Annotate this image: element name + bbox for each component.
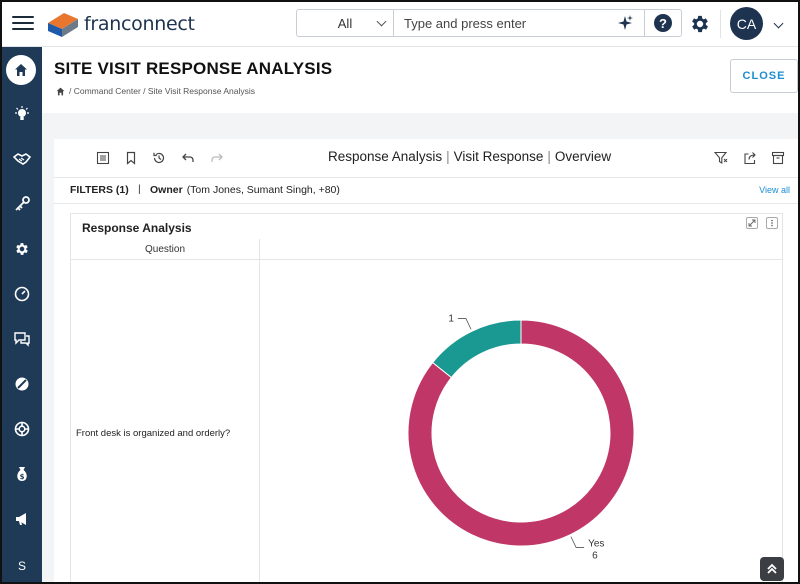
gear-icon: [16, 243, 28, 255]
settings-gear-icon[interactable]: [689, 13, 711, 35]
report-title-part: Visit Response: [453, 149, 544, 164]
page-header: SITE VISIT RESPONSE ANALYSIS / Command C…: [42, 47, 798, 113]
menu-icon[interactable]: [12, 12, 34, 34]
history-icon[interactable]: [152, 151, 166, 165]
chart-column-header: [260, 239, 782, 260]
chevron-down-icon: [376, 16, 387, 27]
slice-value: 6: [592, 550, 598, 561]
slice-label: Yes: [588, 538, 604, 549]
chat-icon: [14, 332, 30, 347]
question-cell: Front desk is organized and orderly?: [71, 260, 260, 582]
help-button[interactable]: ?: [644, 10, 681, 36]
list-view-icon[interactable]: [96, 151, 110, 165]
svg-text:$: $: [20, 473, 25, 481]
handshake-icon: [13, 153, 31, 165]
donut-slice[interactable]: [431, 319, 522, 379]
global-search: All ?: [296, 9, 682, 37]
search-scope-select[interactable]: All: [297, 10, 394, 36]
sidebar-item-partners[interactable]: [2, 144, 42, 174]
breadcrumb-home-icon[interactable]: [56, 87, 65, 96]
scroll-to-top-button[interactable]: [760, 557, 784, 581]
sidebar-item-dashboard[interactable]: [2, 279, 42, 309]
response-analysis-panel: Response Analysis Question Front desk is…: [70, 213, 783, 582]
user-avatar[interactable]: CA: [730, 7, 763, 40]
close-button[interactable]: CLOSE: [730, 59, 798, 93]
franconnect-logo-icon: [48, 13, 78, 37]
megaphone-icon: [16, 513, 26, 525]
owner-filter-label: Owner: [150, 184, 183, 196]
sidebar: $ S: [2, 47, 42, 582]
breadcrumb: / Command Center / Site Visit Response A…: [56, 86, 255, 96]
double-chevron-up-icon: [767, 563, 777, 574]
sidebar-item-support[interactable]: [2, 414, 42, 444]
expand-icon[interactable]: [746, 217, 758, 229]
slice-leader-line: [457, 318, 472, 330]
undo-icon[interactable]: [181, 151, 195, 165]
gauge-icon: [14, 286, 30, 302]
lifebuoy-icon: [14, 421, 30, 437]
filters-bar: FILTERS (1) | Owner (Tom Jones, Sumant Si…: [54, 177, 798, 204]
owner-filter-value: (Tom Jones, Sumant Singh, +80): [186, 184, 340, 196]
report-card: Response Analysis | Visit Response | Overvie…: [54, 139, 798, 582]
sidebar-item-access[interactable]: [2, 189, 42, 219]
sidebar-item-settings[interactable]: [2, 234, 42, 264]
filters-label[interactable]: FILTERS (1): [70, 184, 129, 196]
search-input[interactable]: [394, 10, 614, 36]
title-separator: |: [547, 149, 551, 164]
key-icon: [15, 196, 30, 211]
donut-chart: Yes6 1: [407, 314, 635, 561]
panel-title: Response Analysis: [82, 221, 192, 235]
slice-leader-line: [570, 536, 585, 548]
question-column-header: Question: [71, 239, 260, 260]
money-bag-icon: $: [17, 467, 27, 481]
logo-text: franconnect: [84, 13, 195, 35]
sidebar-item-marketing[interactable]: [2, 504, 42, 534]
page-title: SITE VISIT RESPONSE ANALYSIS: [54, 59, 333, 78]
redo-icon[interactable]: [210, 151, 224, 165]
report-title: Response Analysis | Visit Response | Overvie…: [328, 149, 611, 164]
top-bar: franconnect All ? CA: [2, 2, 798, 47]
breadcrumb-path[interactable]: / Command Center / Site Visit Response A…: [69, 86, 255, 96]
sidebar-item-finance[interactable]: $: [2, 459, 42, 489]
bookmark-icon[interactable]: [124, 151, 138, 165]
filter-settings-icon[interactable]: [714, 151, 728, 165]
sidebar-item-ideas[interactable]: [2, 99, 42, 129]
user-menu-chevron-icon[interactable]: [773, 18, 784, 29]
sidebar-item-home[interactable]: [6, 55, 36, 85]
sidebar-item-messages[interactable]: [2, 324, 42, 354]
help-icon: ?: [654, 14, 672, 32]
ai-sparkle-icon[interactable]: [614, 12, 636, 34]
report-title-part: Response Analysis: [328, 149, 443, 164]
filters-separator: |: [138, 183, 141, 195]
view-all-link[interactable]: View all: [759, 185, 790, 195]
title-separator: |: [446, 149, 450, 164]
pie-icon: [15, 377, 29, 391]
archive-icon[interactable]: [771, 151, 785, 165]
report-toolbar: Response Analysis | Visit Response | Overvie…: [54, 139, 798, 178]
search-scope-label: All: [337, 15, 353, 31]
owner-filter[interactable]: Owner (Tom Jones, Sumant Singh, +80): [150, 184, 340, 196]
more-options-icon[interactable]: [766, 217, 778, 229]
donut-chart-area: Yes 6 1: [260, 260, 782, 582]
question-text: Front desk is organized and orderly?: [76, 428, 231, 439]
home-icon: [15, 64, 27, 76]
sidebar-item-user[interactable]: S: [2, 551, 42, 581]
share-icon[interactable]: [743, 151, 757, 165]
app-window: franconnect All ? CA: [0, 0, 800, 584]
sidebar-item-reports[interactable]: [2, 369, 42, 399]
header-divider: [720, 10, 721, 38]
logo[interactable]: franconnect: [46, 8, 195, 40]
main-content: SITE VISIT RESPONSE ANALYSIS / Command C…: [42, 47, 798, 582]
lightbulb-icon: [15, 106, 29, 120]
report-title-part: Overview: [554, 149, 612, 164]
slice-value: 1: [448, 314, 454, 325]
